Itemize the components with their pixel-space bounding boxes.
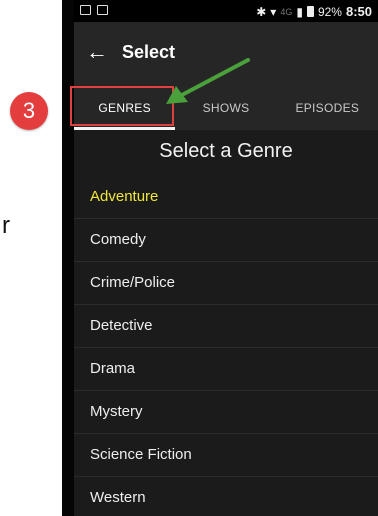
battery-percent: 92% (317, 4, 342, 19)
genre-item-western[interactable]: Western (74, 477, 378, 516)
genre-item-mystery[interactable]: Mystery (74, 391, 378, 434)
status-indicators: ✱ ▾ 4G ▮ 92% 8:50 (256, 4, 372, 19)
clock: 8:50 (345, 4, 372, 19)
tab-bar: GENRES SHOWS EPISODES (74, 86, 378, 130)
genre-list: Adventure Comedy Crime/Police Detective … (74, 176, 378, 516)
section-heading: Select a Genre (159, 140, 293, 162)
phone-screen: ✱ ▾ 4G ▮ 92% 8:50 ← Select GENRES SHOWS … (62, 0, 378, 516)
page-title: Select (122, 42, 176, 62)
tab-shows[interactable]: SHOWS (175, 86, 276, 130)
genre-item-crime-police[interactable]: Crime/Police (74, 262, 378, 305)
genre-item-drama[interactable]: Drama (74, 348, 378, 391)
app-bar: ← Select (74, 22, 378, 86)
network-type: 4G (280, 6, 293, 17)
signal-icon: ▮ (296, 4, 303, 19)
side-letter: r (2, 212, 10, 239)
genre-item-comedy[interactable]: Comedy (74, 219, 378, 262)
genre-item-science-fiction[interactable]: Science Fiction (74, 434, 378, 477)
genre-item-adventure[interactable]: Adventure (74, 176, 378, 219)
notification-icons (80, 5, 108, 15)
battery-icon (306, 6, 314, 17)
step-number-badge: 3 (10, 92, 48, 130)
wifi-icon: ▾ (270, 4, 277, 19)
tab-genres[interactable]: GENRES (74, 86, 176, 130)
image-icon (97, 5, 108, 15)
mail-icon (80, 5, 91, 15)
genre-item-detective[interactable]: Detective (74, 305, 378, 348)
status-bar: ✱ ▾ 4G ▮ 92% 8:50 (74, 0, 378, 22)
bluetooth-icon: ✱ (256, 4, 267, 19)
back-arrow-icon[interactable]: ← (86, 40, 108, 64)
tab-episodes[interactable]: EPISODES (277, 86, 378, 130)
